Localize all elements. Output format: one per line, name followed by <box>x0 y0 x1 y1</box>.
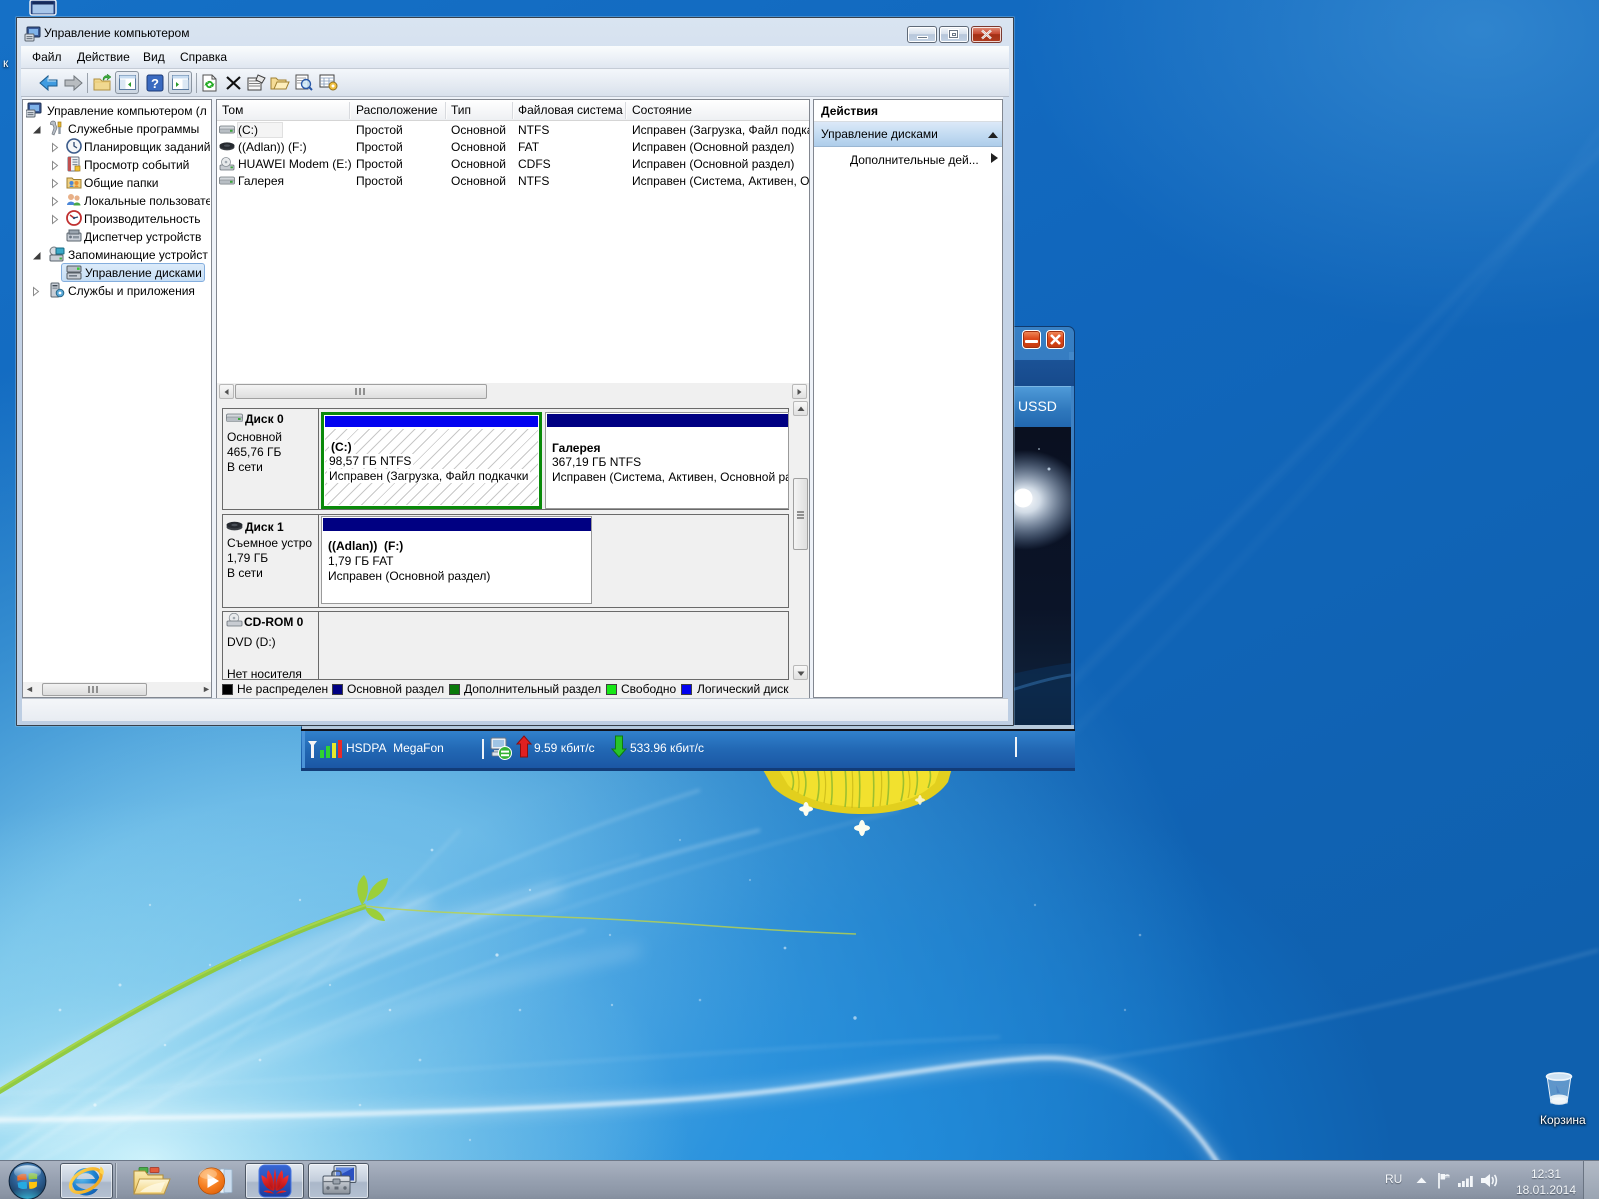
svg-text:?: ? <box>151 76 159 91</box>
